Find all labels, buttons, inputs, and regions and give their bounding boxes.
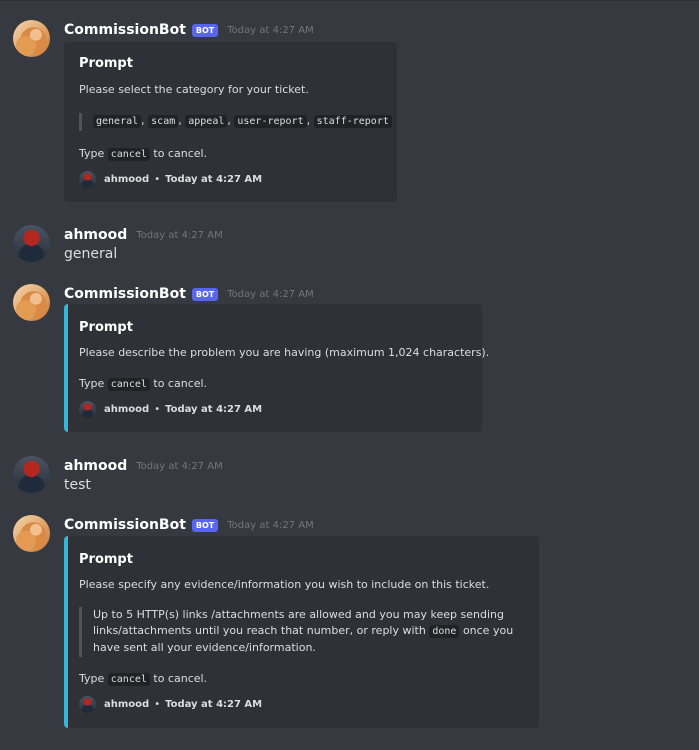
- embed-footer: ahmood • Today at 4:27 AM: [79, 695, 262, 713]
- cancel-instruction: Type cancel to cancel.: [79, 376, 207, 393]
- bot-username[interactable]: CommissionBot: [64, 286, 186, 302]
- message-header: CommissionBot BOT Today at 4:27 AM: [64, 284, 314, 304]
- quote-line-pre: links/attachments until you reach that n…: [93, 624, 426, 637]
- footer-username: ahmood: [104, 173, 150, 185]
- quote-line-post: once you: [462, 624, 514, 637]
- footer-username: ahmood: [104, 698, 150, 710]
- user-avatar[interactable]: [13, 225, 50, 262]
- category-code: scam: [148, 115, 179, 128]
- embed-footer: ahmood • Today at 4:27 AM: [79, 400, 262, 418]
- quote-line: links/attachments until you reach that n…: [93, 623, 513, 640]
- category-code: user-report: [234, 115, 307, 128]
- timestamp[interactable]: Today at 4:27 AM: [136, 461, 222, 472]
- bot-badge: BOT: [191, 287, 219, 301]
- embed-description: Please specify any evidence/information …: [79, 578, 490, 591]
- footer-separator: •: [154, 698, 161, 710]
- timestamp[interactable]: Today at 4:27 AM: [227, 520, 313, 531]
- bot-username[interactable]: CommissionBot: [64, 517, 186, 533]
- prompt-embed: Prompt Please describe the problem you a…: [64, 304, 489, 432]
- category-list: general, scam, appeal, user-report, staf…: [93, 113, 392, 130]
- bot-avatar[interactable]: [13, 20, 50, 57]
- message-header: CommissionBot BOT Today at 4:27 AM: [64, 20, 314, 40]
- category-code: appeal: [185, 115, 228, 128]
- bot-avatar[interactable]: [13, 515, 50, 552]
- message-text: general: [64, 246, 118, 262]
- category-code: general: [93, 115, 142, 128]
- footer-time: Today at 4:27 AM: [165, 698, 263, 710]
- footer-avatar: [79, 695, 96, 713]
- cancel-prefix: Type: [79, 672, 105, 685]
- prompt-embed: Prompt Please select the category for yo…: [64, 42, 397, 202]
- user-username[interactable]: ahmood: [64, 227, 127, 243]
- category-quote: general, scam, appeal, user-report, staf…: [79, 113, 392, 131]
- message-header: ahmood Today at 4:27 AM: [64, 456, 223, 476]
- cancel-suffix: to cancel.: [153, 377, 208, 390]
- quote-line: Up to 5 HTTP(s) links /attachments are a…: [93, 608, 504, 621]
- cancel-prefix: Type: [79, 377, 105, 390]
- footer-avatar: [79, 170, 96, 188]
- category-code: staff-report: [313, 115, 392, 128]
- message-header: CommissionBot BOT Today at 4:27 AM: [64, 515, 314, 535]
- user-avatar[interactable]: [13, 456, 50, 493]
- embed-title: Prompt: [79, 56, 133, 71]
- cancel-instruction: Type cancel to cancel.: [79, 146, 207, 163]
- embed-description: Please describe the problem you are havi…: [79, 346, 490, 359]
- footer-time: Today at 4:27 AM: [165, 173, 263, 185]
- footer-separator: •: [154, 403, 161, 415]
- cancel-code: cancel: [107, 148, 150, 161]
- top-divider: [0, 0, 699, 1]
- quote-line: have sent all your evidence/information.: [93, 641, 316, 654]
- done-code: done: [429, 625, 460, 638]
- embed-title: Prompt: [79, 552, 133, 567]
- bot-username[interactable]: CommissionBot: [64, 22, 186, 38]
- message-text: test: [64, 477, 91, 493]
- footer-username: ahmood: [104, 403, 150, 415]
- cancel-code: cancel: [107, 378, 150, 391]
- embed-description: Please select the category for your tick…: [79, 83, 309, 96]
- timestamp[interactable]: Today at 4:27 AM: [136, 230, 222, 241]
- embed-title: Prompt: [79, 320, 133, 335]
- prompt-embed: Prompt Please specify any evidence/infor…: [64, 536, 539, 728]
- cancel-suffix: to cancel.: [153, 672, 208, 685]
- footer-avatar: [79, 400, 96, 418]
- bot-avatar[interactable]: [13, 284, 50, 321]
- cancel-code: cancel: [107, 673, 150, 686]
- footer-separator: •: [154, 173, 161, 185]
- bot-badge: BOT: [191, 518, 219, 532]
- embed-footer: ahmood • Today at 4:27 AM: [79, 170, 262, 188]
- evidence-quote: Up to 5 HTTP(s) links /attachments are a…: [79, 607, 513, 657]
- cancel-instruction: Type cancel to cancel.: [79, 671, 207, 688]
- user-username[interactable]: ahmood: [64, 458, 127, 474]
- cancel-prefix: Type: [79, 147, 105, 160]
- cancel-suffix: to cancel.: [153, 147, 208, 160]
- message-header: ahmood Today at 4:27 AM: [64, 225, 223, 245]
- footer-time: Today at 4:27 AM: [165, 403, 263, 415]
- timestamp[interactable]: Today at 4:27 AM: [227, 289, 313, 300]
- timestamp[interactable]: Today at 4:27 AM: [227, 25, 313, 36]
- bot-badge: BOT: [191, 23, 219, 37]
